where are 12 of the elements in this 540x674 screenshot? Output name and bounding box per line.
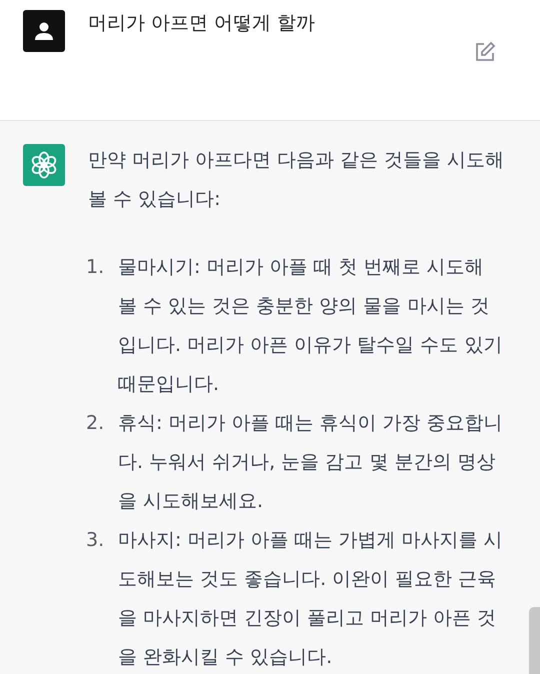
person-icon bbox=[34, 21, 54, 41]
intro-text: 만약 머리가 아프다면 다음과 같은 것들을 시도해 볼 수 있습니다: bbox=[88, 148, 505, 212]
message-text: 머리가 아프면 어떻게 할까 bbox=[88, 11, 316, 35]
edit-icon[interactable] bbox=[474, 41, 496, 63]
list-item-text: 물마시기: 머리가 아플 때 첫 번째로 시도해 볼 수 있는 것은 충분한 양의 물을 마시는 것입니다. 머리가 아픈 이유가 탈수일 수도 있기 때문입니다. bbox=[118, 255, 504, 397]
knot-icon bbox=[30, 151, 58, 179]
list-number: 3. bbox=[86, 528, 106, 553]
scrollbar[interactable] bbox=[529, 607, 540, 674]
list-number: 1. bbox=[86, 255, 106, 280]
list-number: 2. bbox=[86, 411, 106, 436]
list-item-text: 마사지: 머리가 아플 때는 가볍게 마사지를 시도해보는 것도 좋습니다. 이완이 필요한 근육을 마사지하면 긴장이 풀리고 머리가 아픈 것을 완화시킬 수 있습니다. bbox=[118, 528, 504, 670]
list-item-text: 휴식: 머리가 아플 때는 휴식이 가장 중요합니다. 누워서 쉬거나, 눈을 감고 몇 분간의 명상을 시도해보세요. bbox=[118, 411, 504, 514]
